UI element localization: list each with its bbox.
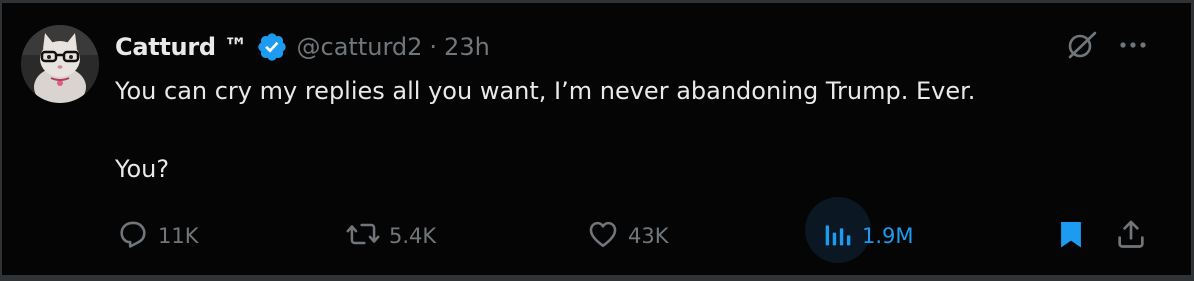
timestamp[interactable]: 23h [444,33,490,61]
bottom-border [0,275,1194,281]
cat-avatar-icon [21,25,99,103]
analytics-icon [820,217,854,256]
share-icon [1114,217,1148,256]
reply-count: 11K [158,224,199,248]
repost-icon [345,217,381,256]
bookmark-icon [1054,217,1088,256]
tweet-header: Catturd ™ @catturd2 · 23h [115,30,490,64]
heart-icon [586,217,620,256]
tweet-card[interactable]: Catturd ™ @catturd2 · 23h You can cry my… [2,3,1191,275]
share-button[interactable] [1114,213,1148,259]
views-button[interactable]: 1.9M [820,213,914,259]
verified-badge-icon[interactable] [256,31,288,63]
grok-icon[interactable] [1063,27,1099,63]
like-count: 43K [628,224,669,248]
more-icon[interactable] [1115,27,1151,63]
reply-icon [116,217,150,256]
reply-button[interactable]: 11K [116,213,199,259]
like-button[interactable]: 43K [586,213,669,259]
tweet-text-line: You? [115,155,170,183]
tweet-text: You can cry my replies all you want, I’m… [115,72,1115,188]
tweet-text-line: You can cry my replies all you want, I’m… [115,77,976,105]
repost-button[interactable]: 5.4K [345,213,436,259]
user-handle[interactable]: @catturd2 [297,33,423,61]
views-count: 1.9M [862,224,914,248]
action-bar: 11K 5.4K 43K 1.9M [2,213,1191,259]
avatar[interactable] [21,25,99,103]
separator-dot: · [429,33,438,61]
display-name[interactable]: Catturd ™ [115,33,248,61]
repost-count: 5.4K [389,224,437,248]
bookmark-button[interactable] [1054,213,1088,259]
